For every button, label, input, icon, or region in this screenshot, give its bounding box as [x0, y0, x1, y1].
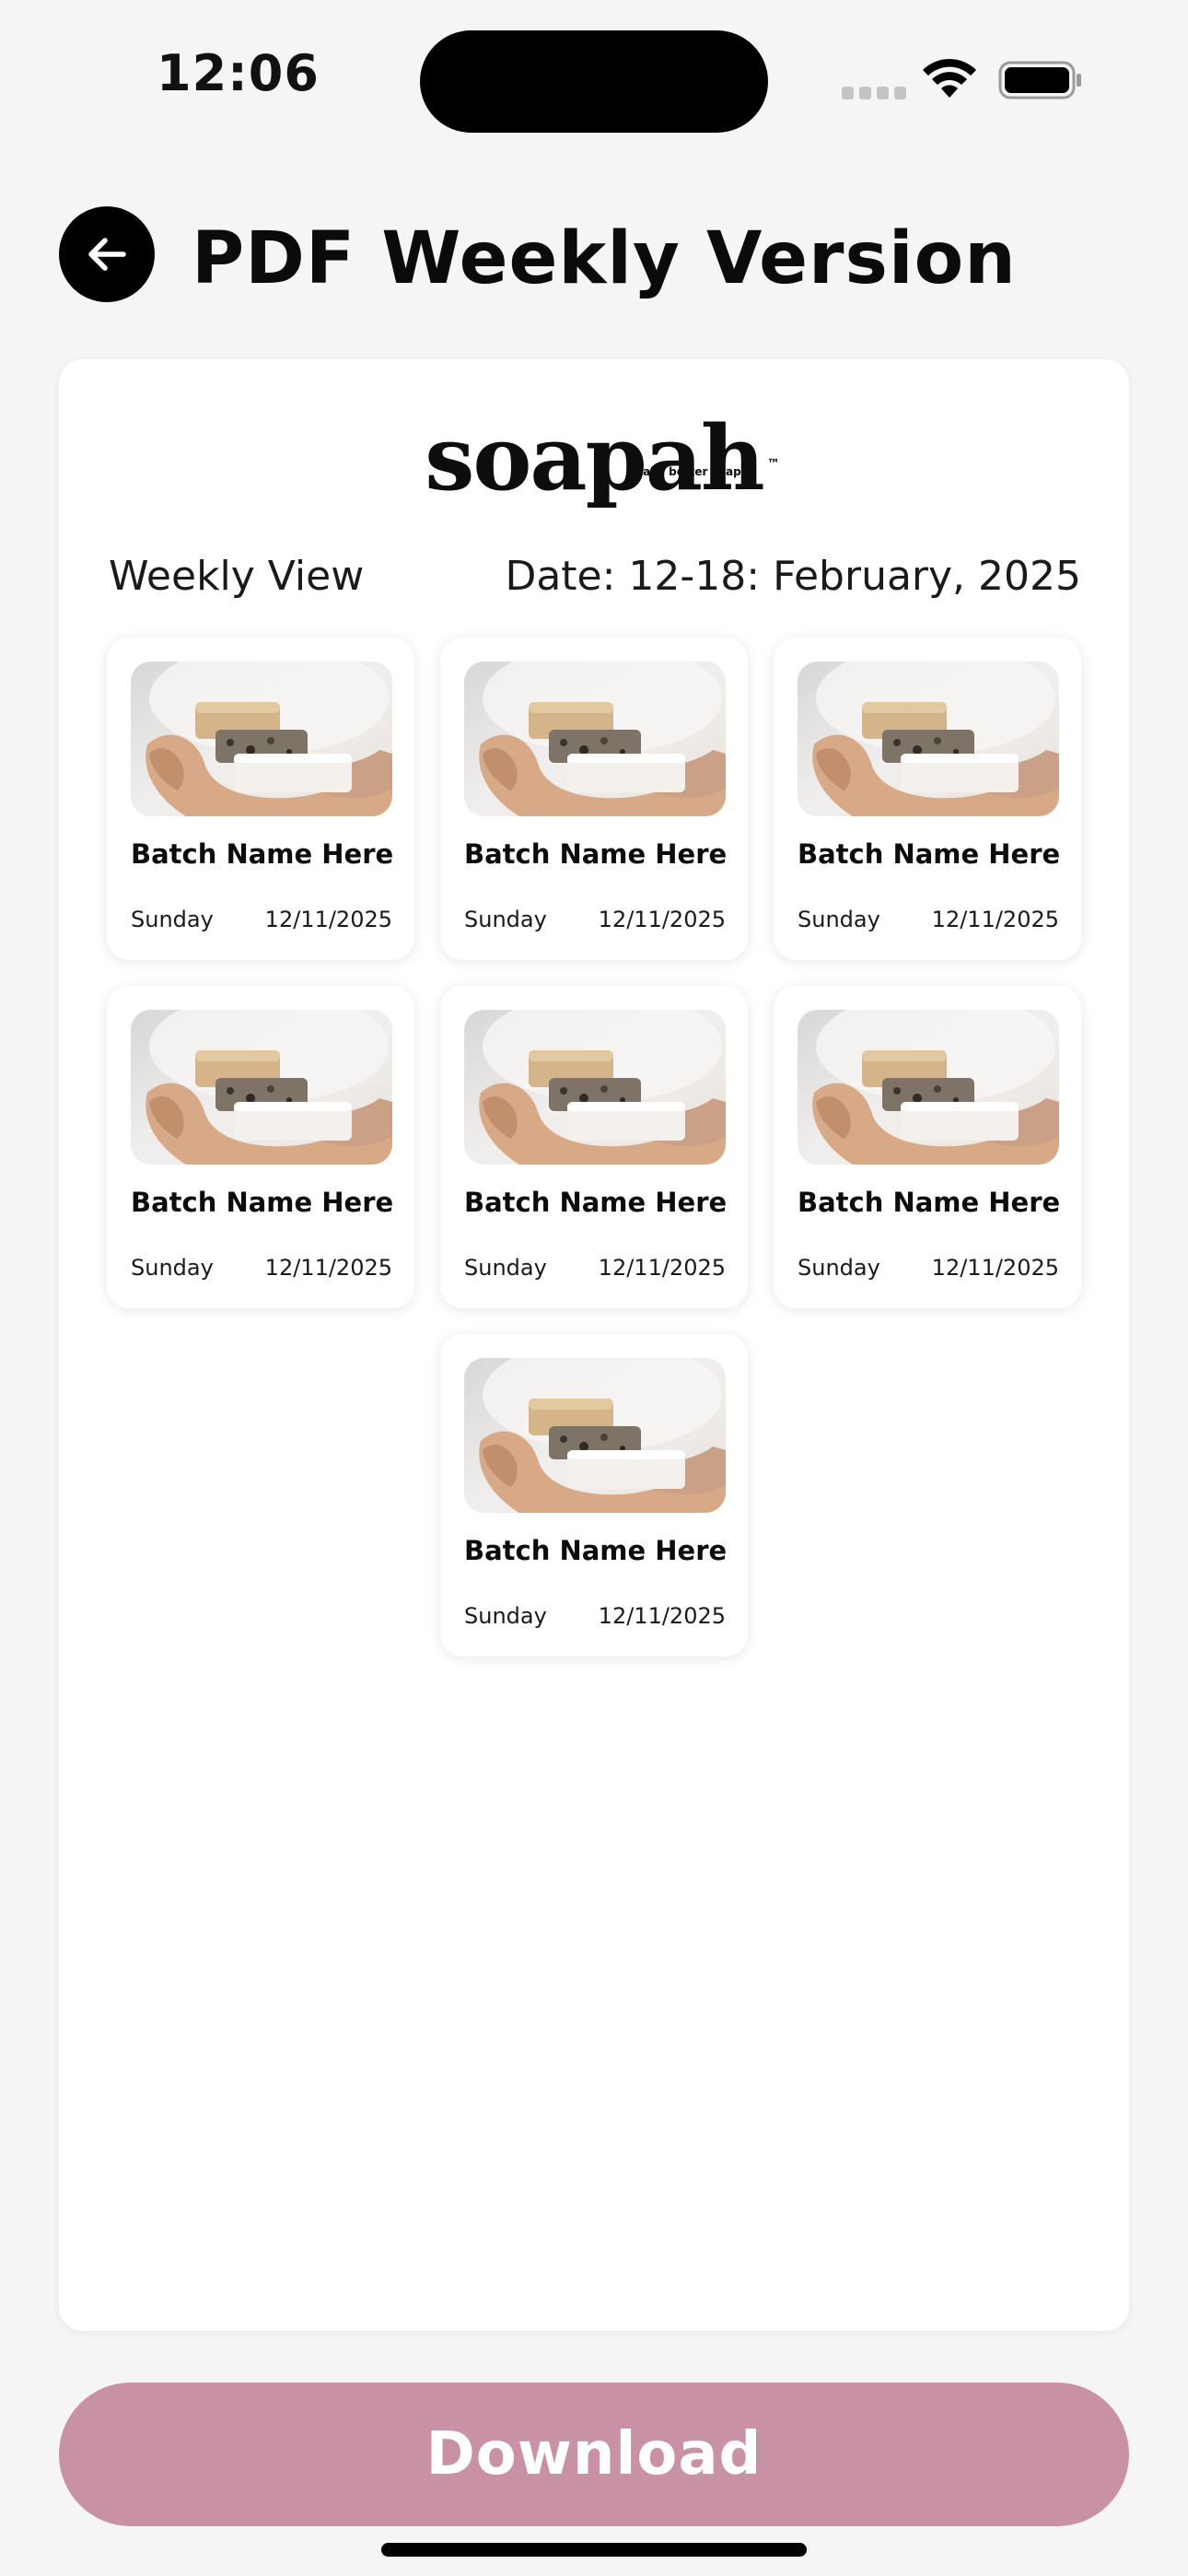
- batch-name: Batch Name Here: [464, 1187, 728, 1218]
- status-bar: 12:06: [0, 0, 1188, 147]
- soap-photo: [464, 1358, 726, 1513]
- batch-name: Batch Name Here: [464, 838, 728, 870]
- batch-card[interactable]: Batch Name Here Sunday 12/11/2025: [774, 638, 1081, 960]
- batch-date: 12/11/2025: [264, 1255, 392, 1281]
- soap-photo: [464, 662, 726, 816]
- brand-logo: soapah ™ make better soap: [59, 415, 1129, 503]
- soap-photo: [798, 662, 1059, 816]
- view-label: Weekly View: [109, 553, 365, 600]
- soap-photo: [464, 1010, 726, 1165]
- soap-photo: [131, 1010, 392, 1165]
- home-indicator: [381, 2543, 807, 2557]
- batch-day: Sunday: [464, 907, 547, 932]
- status-time: 12:06: [157, 44, 320, 102]
- batch-card[interactable]: Batch Name Here Sunday 12/11/2025: [774, 986, 1081, 1308]
- batch-card[interactable]: Batch Name Here Sunday 12/11/2025: [440, 638, 748, 960]
- back-button[interactable]: [59, 206, 155, 302]
- brand-trademark: ™: [766, 457, 780, 472]
- batch-card[interactable]: Batch Name Here Sunday 12/11/2025: [107, 638, 414, 960]
- batch-day: Sunday: [798, 1255, 880, 1281]
- batch-name: Batch Name Here: [798, 1187, 1061, 1218]
- dynamic-island: [420, 30, 768, 133]
- batch-date: 12/11/2025: [931, 1255, 1059, 1281]
- soap-photo: [131, 662, 392, 816]
- batch-date: 12/11/2025: [598, 907, 726, 932]
- soap-photo: [798, 1010, 1059, 1165]
- batch-date: 12/11/2025: [598, 1255, 726, 1281]
- download-button[interactable]: Download: [59, 2383, 1129, 2526]
- cellular-signal-icon: [842, 87, 906, 100]
- batch-card[interactable]: Batch Name Here Sunday 12/11/2025: [440, 1334, 748, 1657]
- batch-day: Sunday: [131, 907, 214, 932]
- batch-day: Sunday: [464, 1603, 547, 1629]
- batch-name: Batch Name Here: [131, 838, 394, 870]
- batch-day: Sunday: [131, 1255, 214, 1281]
- batch-name: Batch Name Here: [798, 838, 1061, 870]
- battery-icon: [998, 61, 1081, 100]
- brand-tagline: make better soap: [631, 465, 741, 478]
- batch-card[interactable]: Batch Name Here Sunday 12/11/2025: [107, 986, 414, 1308]
- batch-date: 12/11/2025: [931, 907, 1059, 932]
- pdf-preview-card: soapah ™ make better soap Weekly View Da…: [59, 359, 1129, 2331]
- batch-date: 12/11/2025: [264, 907, 392, 932]
- batch-day: Sunday: [464, 1255, 547, 1281]
- wifi-icon: [923, 58, 976, 98]
- date-range-label: Date: 12-18: February, 2025: [505, 553, 1081, 600]
- batch-card[interactable]: Batch Name Here Sunday 12/11/2025: [440, 986, 748, 1308]
- batch-name: Batch Name Here: [131, 1187, 394, 1218]
- page-title: PDF Weekly Version: [192, 217, 1017, 300]
- brand-wordmark: soapah ™ make better soap: [425, 415, 779, 503]
- arrow-left-icon: [88, 238, 126, 271]
- batch-name: Batch Name Here: [464, 1535, 728, 1566]
- batch-day: Sunday: [798, 907, 880, 932]
- batch-date: 12/11/2025: [598, 1603, 726, 1629]
